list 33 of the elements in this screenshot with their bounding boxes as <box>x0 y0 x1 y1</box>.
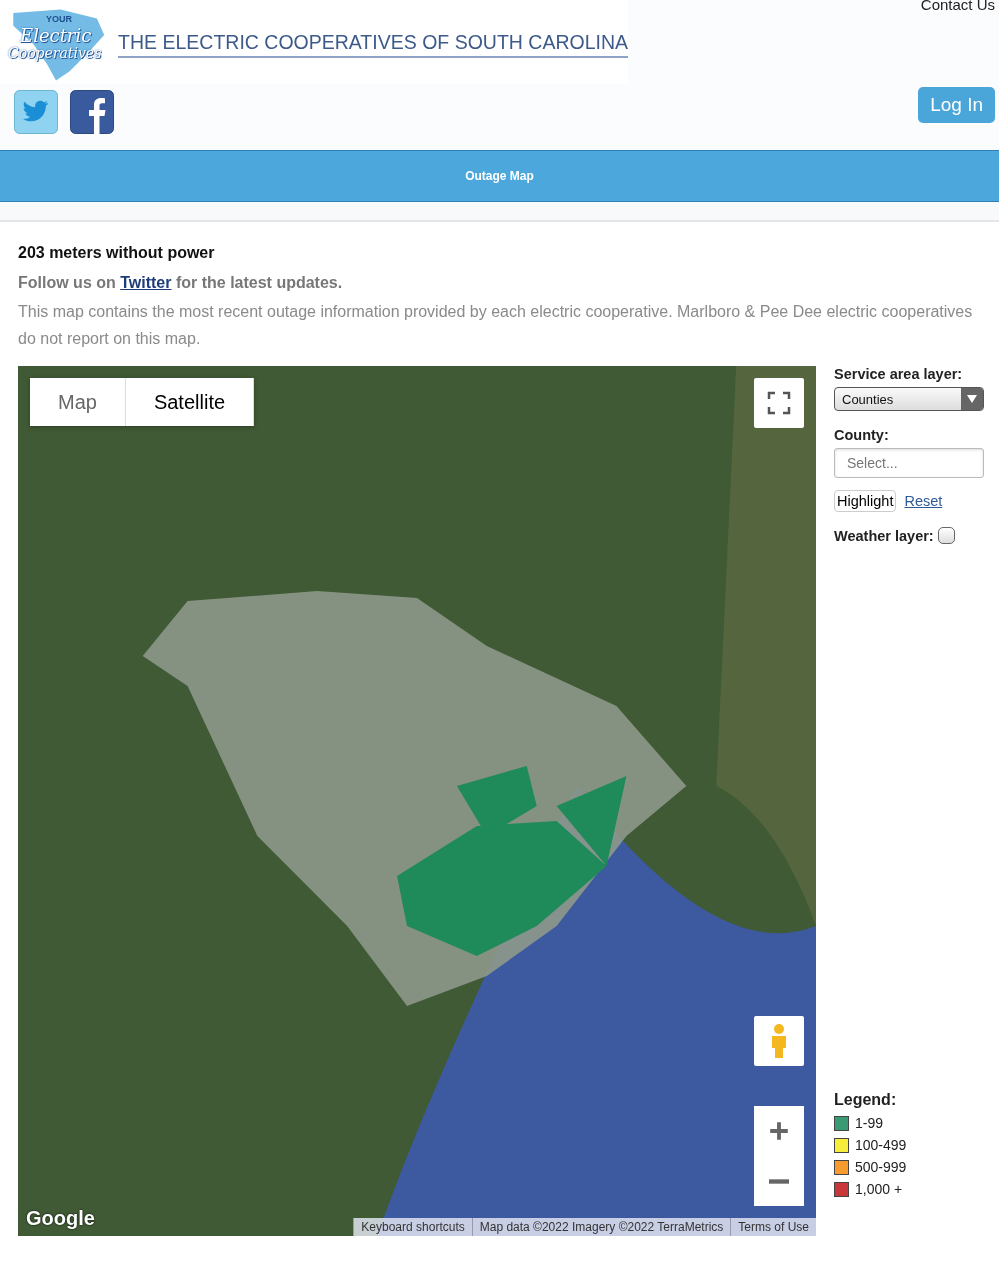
field-label: Service area layer: <box>834 366 964 382</box>
reset-link[interactable]: Reset <box>904 493 943 509</box>
legend-label: 100-499 <box>855 1137 907 1153</box>
weather-checkbox[interactable] <box>937 527 955 544</box>
twitter-link[interactable]: Twitter <box>120 274 172 291</box>
field-label: County: <box>834 427 890 443</box>
dropdown-arrow-icon <box>967 395 977 403</box>
county-field[interactable]: Select... <box>834 448 984 478</box>
map-type-tab[interactable]: Map <box>30 378 126 426</box>
google-logo: Google <box>26 1207 95 1230</box>
field-label: Weather layer: <box>834 527 934 544</box>
legend-label: 500-999 <box>855 1159 907 1175</box>
minus-icon <box>768 1178 790 1184</box>
legend-title: Legend: <box>834 1091 898 1109</box>
site-title: THE ELECTRIC COOPERATIVES OF SOUTH CAROLINA <box>118 30 628 58</box>
map-footer-link[interactable]: Keyboard shortcuts <box>353 1218 472 1236</box>
contact-link[interactable]: Contact Us <box>920 0 995 12</box>
map-footer-link[interactable]: Terms of Use <box>730 1218 816 1236</box>
map-footer-link[interactable]: Map data ©2022 Imagery ©2022 TerraMetrics <box>471 1218 731 1236</box>
facebook-icon[interactable] <box>70 90 114 134</box>
fullscreen-icon <box>767 391 791 415</box>
legend-label: 1,000 + <box>855 1181 903 1197</box>
service-area-dropdown[interactable]: Counties <box>834 387 984 411</box>
map-note: This map contains the most recent outage information provided by each electric cooperative. Marlboro & Pee Dee electric cooperatives do not report on this map. <box>18 302 974 349</box>
follow-text: Follow us on Twitter for the latest updates. <box>18 274 344 292</box>
map-type-tab[interactable]: Satellite <box>125 378 255 426</box>
plus-icon <box>768 1120 790 1142</box>
fullscreen-button[interactable] <box>754 378 804 428</box>
legend-label: 1-99 <box>855 1115 884 1131</box>
map-view[interactable]: Map Satellite Google Keyboard shortcuts Map data ©2022 Imagery ©2022 TerraMetrics Terms of Use <box>18 366 816 1236</box>
person-icon <box>769 1023 789 1059</box>
outage-count: 203 meters without power <box>18 244 216 262</box>
highlight-button[interactable]: Highlight <box>834 490 897 512</box>
